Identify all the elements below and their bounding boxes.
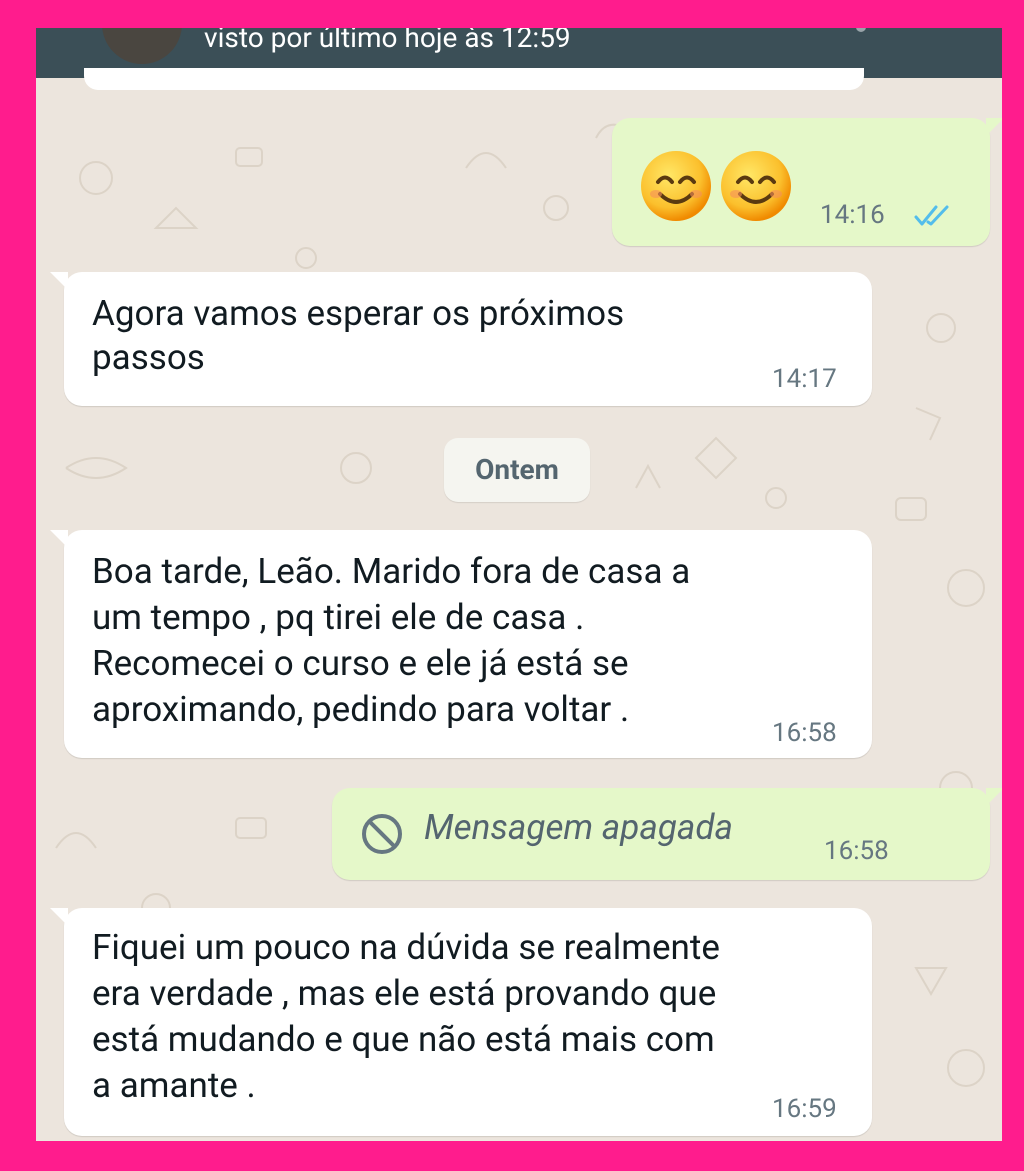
deleted-message-label: Mensagem apagada bbox=[424, 807, 733, 848]
smiling-face-icon bbox=[721, 151, 791, 221]
message-bubble-incoming[interactable]: Agora vamos esperar os próximos passos 1… bbox=[50, 272, 872, 406]
message-text-line: Boa tarde, Leão. Marido fora de casa a bbox=[92, 551, 691, 592]
deleted-message-bubble[interactable]: Mensagem apagada 16:58 bbox=[332, 788, 1002, 880]
message-bubble-incoming[interactable]: Boa tarde, Leão. Marido fora de casa a u… bbox=[50, 530, 872, 758]
message-time: 16:58 bbox=[772, 718, 837, 748]
bubble-tail bbox=[50, 908, 68, 926]
menu-icon[interactable] bbox=[856, 28, 866, 32]
message-text-line: aproximando, pedindo para voltar . bbox=[92, 689, 630, 730]
message-bubble-outgoing[interactable]: 14:16 bbox=[612, 118, 1002, 246]
message-text-line: passos bbox=[92, 337, 205, 378]
date-separator: Ontem bbox=[444, 438, 590, 502]
last-seen-status: visto por último hoje às 12:59 bbox=[204, 28, 571, 54]
message-text-line: era verdade , mas ele está provando que bbox=[92, 973, 717, 1014]
message-text-line: um tempo , pq tirei ele de casa . bbox=[92, 597, 585, 638]
message-text-line: está mudando e que não está mais com bbox=[92, 1019, 715, 1060]
bubble-tail bbox=[50, 272, 68, 290]
message-bubble-incoming[interactable]: Fiquei um pouco na dúvida se realmente e… bbox=[50, 908, 872, 1136]
message-text-line: Recomecei o curso e ele já está se bbox=[92, 643, 629, 684]
smiling-face-icon bbox=[641, 151, 711, 221]
message-text-line: Agora vamos esperar os próximos bbox=[92, 293, 625, 334]
chat-window: visto por último hoje às 12:59 14:16 Ago… bbox=[36, 28, 1002, 1141]
double-check-icon bbox=[914, 205, 949, 226]
bubble-tail bbox=[986, 788, 1002, 806]
message-time: 16:58 bbox=[824, 836, 889, 866]
message-time: 16:59 bbox=[772, 1094, 837, 1124]
message-text-line: Fiquei um pouco na dúvida se realmente bbox=[92, 927, 720, 968]
previous-message-bubble[interactable] bbox=[84, 68, 864, 90]
message-time: 14:17 bbox=[772, 364, 837, 394]
bubble-tail bbox=[50, 530, 68, 548]
message-text-line: a amante . bbox=[92, 1065, 256, 1106]
message-time: 14:16 bbox=[820, 200, 885, 230]
bubble-tail bbox=[986, 118, 1002, 136]
ban-icon bbox=[362, 814, 402, 854]
contact-avatar[interactable] bbox=[102, 28, 182, 64]
